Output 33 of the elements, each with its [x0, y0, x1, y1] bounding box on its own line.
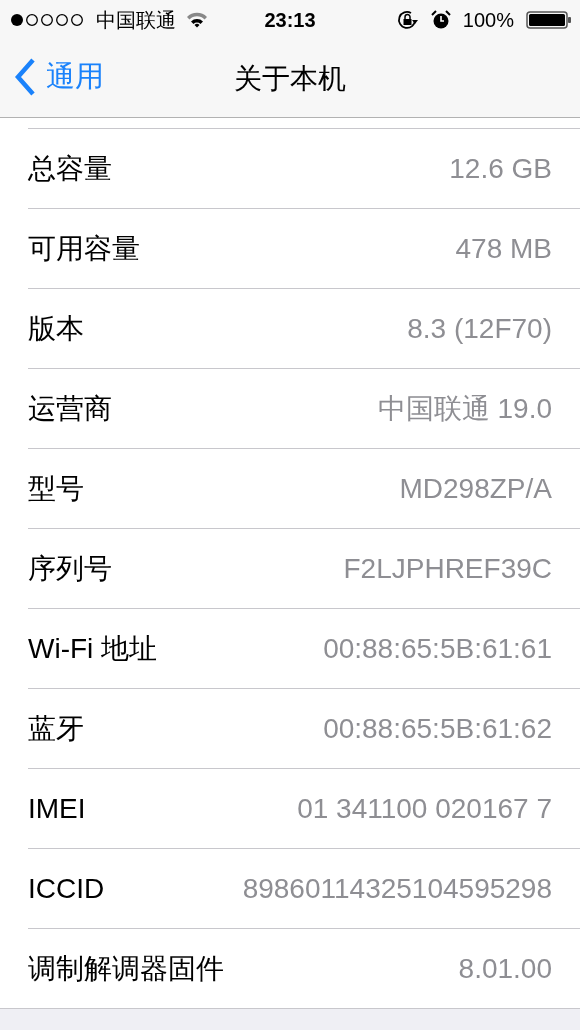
- row-label: 蓝牙: [28, 711, 84, 746]
- carrier-name: 中国联通: [96, 7, 176, 33]
- row-label: IMEI: [28, 792, 86, 825]
- clock-time: 23:13: [264, 8, 316, 32]
- row-label: 总容量: [28, 151, 112, 186]
- row-label: 序列号: [28, 551, 112, 586]
- battery-percent: 100%: [462, 8, 514, 32]
- row-value: F2LJPHREF39C: [343, 552, 552, 585]
- row-label: 型号: [28, 471, 84, 506]
- row-label: ICCID: [28, 872, 105, 905]
- row-label: Wi-Fi 地址: [28, 631, 158, 666]
- row-value: 中国联通 19.0: [377, 391, 552, 426]
- row-value: 12.6 GB: [449, 152, 552, 185]
- battery-icon: [526, 11, 572, 29]
- row-value: MD298ZP/A: [399, 472, 552, 505]
- row-value: 01 341100 020167 7: [297, 792, 552, 825]
- row-value: 89860114325104595298: [242, 872, 552, 905]
- row-label: 可用容量: [28, 231, 140, 266]
- alarm-icon: [430, 10, 451, 30]
- chevron-icon: [14, 57, 36, 96]
- signal-icon: [10, 13, 86, 27]
- row-label: 版本: [28, 311, 84, 346]
- page-title: 关于本机: [234, 62, 346, 96]
- wifi-icon: [186, 12, 208, 28]
- row-label: 调制解调器固件: [28, 951, 224, 986]
- row-value: 478 MB: [455, 232, 552, 265]
- row-value: 00:88:65:5B:61:61: [323, 632, 552, 665]
- row-label: 运营商: [28, 391, 112, 426]
- rotation-lock-icon: [396, 10, 419, 30]
- back-button[interactable]: 通用: [0, 56, 104, 97]
- row-value: 00:88:65:5B:61:62: [323, 712, 552, 745]
- row-value: 8.3 (12F70): [407, 312, 552, 345]
- row-value: 8.01.00: [458, 952, 552, 985]
